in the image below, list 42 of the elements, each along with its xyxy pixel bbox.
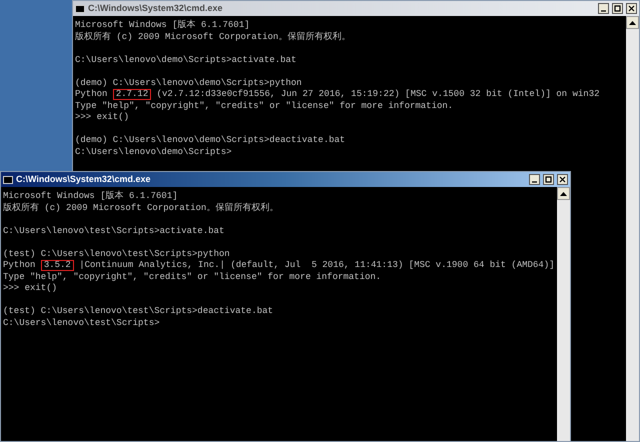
console-line: >>> exit(): [75, 112, 130, 124]
maximize-icon: [545, 176, 552, 183]
version-highlight: 3.5.2: [40, 260, 74, 272]
console-line: (demo) C:\Users\lenovo\demo\Scripts>python: [75, 78, 303, 89]
console-line: 版权所有 (c) 2009 Microsoft Corporation。保留所有权利。: [75, 32, 352, 43]
close-icon: [559, 176, 566, 183]
up-arrow-icon: [629, 20, 636, 24]
console-text: |Continuum Analytics, Inc.| (default, Jul 5 2016, 11:41:13) [MSC v.1900 64 bit (AMD64)]: [78, 260, 555, 272]
close-button[interactable]: [626, 3, 637, 14]
scroll-up-button[interactable]: [626, 16, 639, 29]
up-arrow-icon: [560, 192, 567, 196]
close-button[interactable]: [557, 174, 568, 185]
console-line: C:\Users\lenovo\test\Scripts>: [3, 318, 161, 329]
console-line: Microsoft Windows [版本 6.1.7601]: [75, 20, 251, 32]
scrollbar[interactable]: [626, 16, 639, 441]
minimize-button[interactable]: [529, 174, 540, 185]
version-highlight: 2.7.12: [112, 89, 152, 100]
maximize-button[interactable]: [612, 3, 623, 14]
minimize-button[interactable]: [598, 3, 609, 14]
maximize-button[interactable]: [543, 174, 554, 185]
console-text: Python: [3, 260, 36, 272]
console-line: >>> exit(): [3, 283, 58, 294]
console-line: (test) C:\Users\lenovo\test\Scripts>python: [3, 248, 231, 260]
console-text: Python: [75, 89, 108, 100]
console-line: C:\Users\lenovo\demo\Scripts>activate.bat: [75, 54, 298, 66]
console-icon: [75, 4, 85, 12]
scroll-up-button[interactable]: [557, 187, 570, 200]
console-line: C:\Users\lenovo\test\Scripts>activate.bat: [3, 226, 226, 237]
console-line: Type "help", "copyright", "credits" or "license" for more information.: [3, 272, 382, 283]
console-text: (v2.7.12:d33e0cf91556, Jun 27 2016, 15:19:22) [MSC v.1500 32 bit (Intel)] on win32: [156, 89, 600, 100]
console-line: C:\Users\lenovo\demo\Scripts>: [75, 146, 233, 158]
console-line: Microsoft Windows [版本 6.1.7601]: [3, 191, 179, 202]
maximize-icon: [614, 5, 621, 12]
console-icon: [3, 176, 13, 184]
close-icon: [628, 5, 635, 12]
console-line: 版权所有 (c) 2009 Microsoft Corporation。保留所有权利。: [3, 202, 280, 214]
window-title: C:\Windows\System32\cmd.exe: [16, 175, 150, 184]
scrollbar[interactable]: [557, 187, 570, 441]
window-title: C:\Windows\System32\cmd.exe: [88, 4, 222, 13]
console-line: Type "help", "copyright", "credits" or "license" for more information.: [75, 100, 454, 112]
console-line: (test) C:\Users\lenovo\test\Scripts>deactivate.bat: [3, 306, 274, 318]
console-line: (demo) C:\Users\lenovo\demo\Scripts>deactivate.bat: [75, 135, 346, 146]
